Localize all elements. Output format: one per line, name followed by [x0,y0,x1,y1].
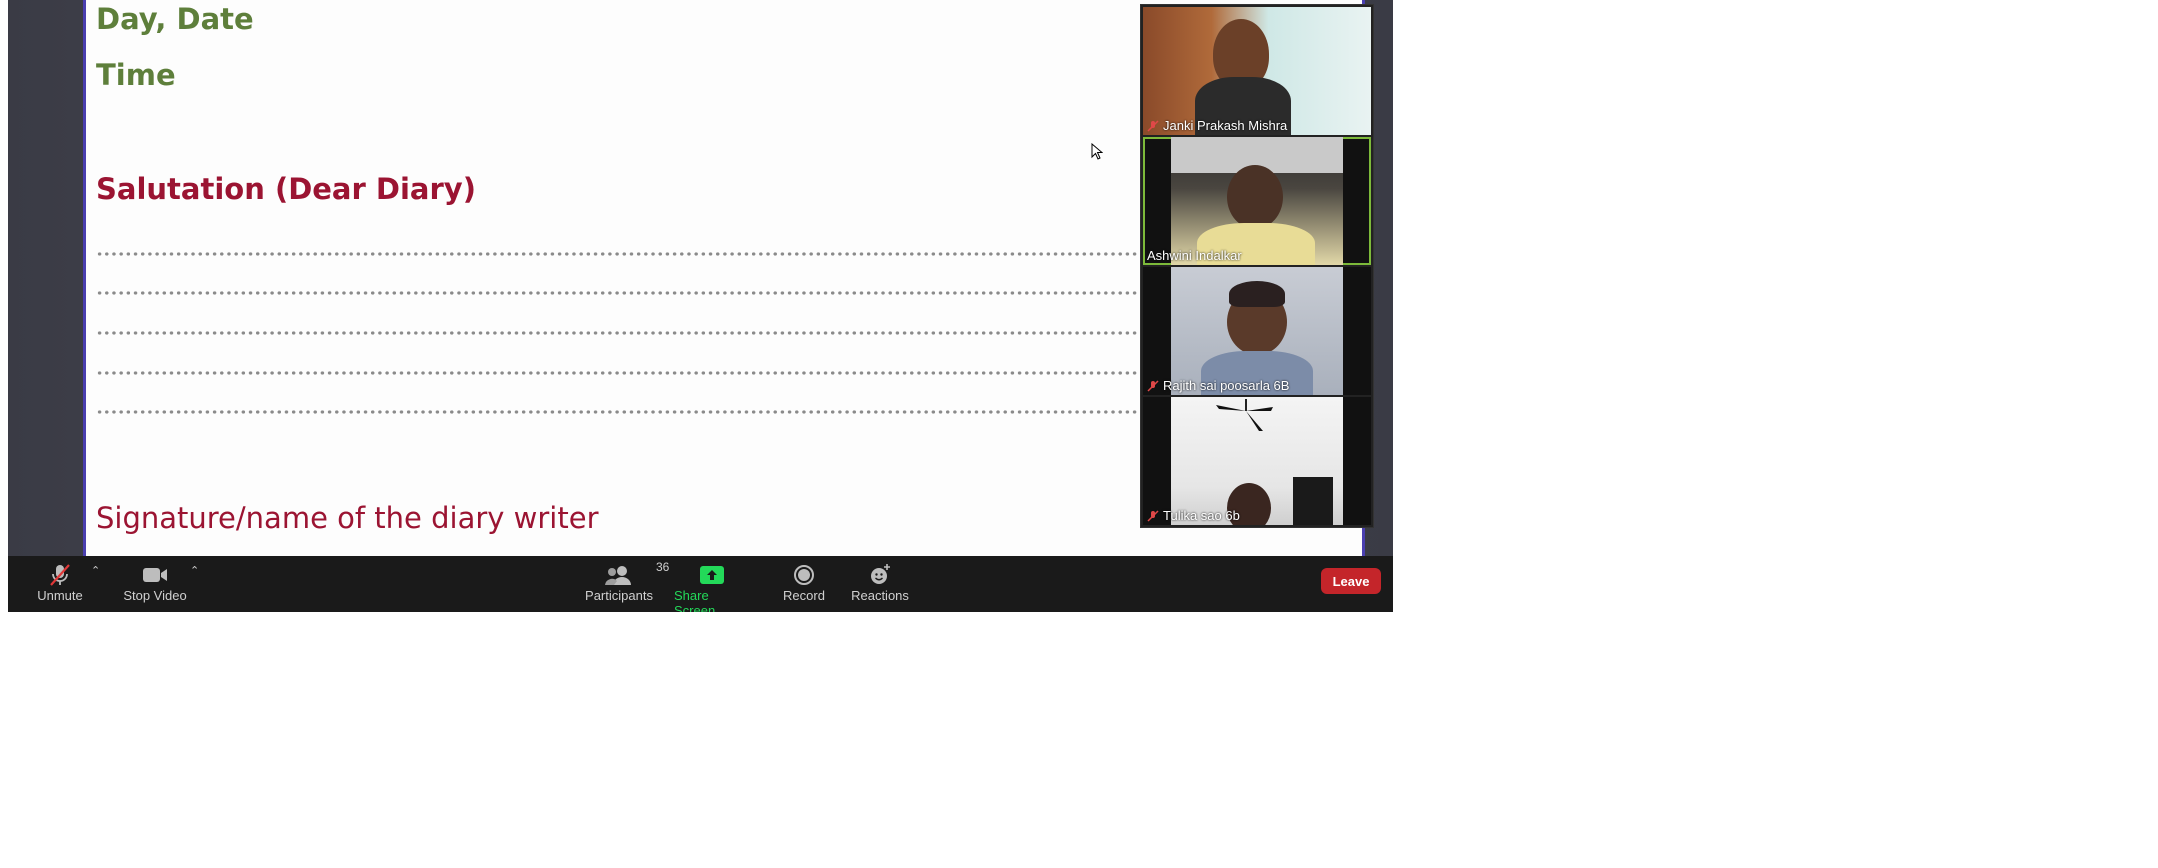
dotted-line [96,251,1216,257]
video-options-caret-icon[interactable]: ⌃ [190,564,199,577]
muted-mic-icon [48,562,72,588]
participant-video [1171,137,1343,265]
dotted-line [96,409,1216,415]
dotted-line [96,370,1216,376]
smiley-plus-icon [868,562,892,588]
dotted-line [96,290,1216,296]
participant-name: Rajith sai poosarla 6B [1163,378,1290,393]
participant-video [1171,267,1343,395]
signature-heading: Signature/name of the diary writer [96,501,599,535]
video-tile-active-speaker[interactable]: Ashwini Indalkar [1143,137,1371,265]
participants-button[interactable]: 36 Participants [581,560,669,603]
day-date-heading: Day, Date [96,2,254,36]
participant-name-tag: Janki Prakash Mishra [1147,118,1287,133]
stop-video-button[interactable]: Stop Video [119,562,191,603]
share-screen-icon [699,562,725,588]
video-gallery-panel[interactable]: Janki Prakash Mishra Ashwini Indalkar Ra… [1140,4,1374,528]
participant-name-tag: Ashwini Indalkar [1147,248,1242,263]
salutation-heading: Salutation (Dear Diary) [96,172,476,206]
participant-name: Tulika sao 6b [1163,508,1240,523]
mouse-pointer-icon [1091,142,1104,166]
record-button[interactable]: Record [779,562,829,603]
muted-mic-icon [1147,509,1159,522]
reactions-button[interactable]: Reactions [850,562,910,603]
share-screen-button[interactable]: Share Screen [674,562,750,612]
participant-name: Ashwini Indalkar [1147,248,1242,263]
unmute-button[interactable]: Unmute [30,562,90,603]
zoom-meeting-window: Day, Date Time Salutation (Dear Diary) S… [8,0,1393,612]
participant-name-tag: Tulika sao 6b [1147,508,1240,523]
shared-screen-area: Day, Date Time Salutation (Dear Diary) S… [8,0,1393,556]
participants-count: 36 [656,560,670,574]
audio-options-caret-icon[interactable]: ⌃ [91,564,100,577]
participant-video [1143,7,1371,135]
video-tile[interactable]: Tulika sao 6b [1143,397,1371,525]
muted-mic-icon [1147,379,1159,392]
time-heading: Time [96,58,176,92]
video-tile[interactable]: Rajith sai poosarla 6B [1143,267,1371,395]
video-tile[interactable]: Janki Prakash Mishra [1143,7,1371,135]
dotted-line [96,330,1216,336]
participants-icon: 36 [604,560,669,588]
muted-mic-icon [1147,119,1159,132]
participant-video [1171,397,1343,525]
participant-name: Janki Prakash Mishra [1163,118,1288,133]
meeting-controls-toolbar: Unmute ⌃ Stop Video ⌃ 36 Participants Sh… [8,556,1393,612]
leave-meeting-button[interactable]: Leave [1321,568,1381,594]
record-icon [793,562,815,588]
video-camera-icon [142,562,168,588]
participant-name-tag: Rajith sai poosarla 6B [1147,378,1289,393]
